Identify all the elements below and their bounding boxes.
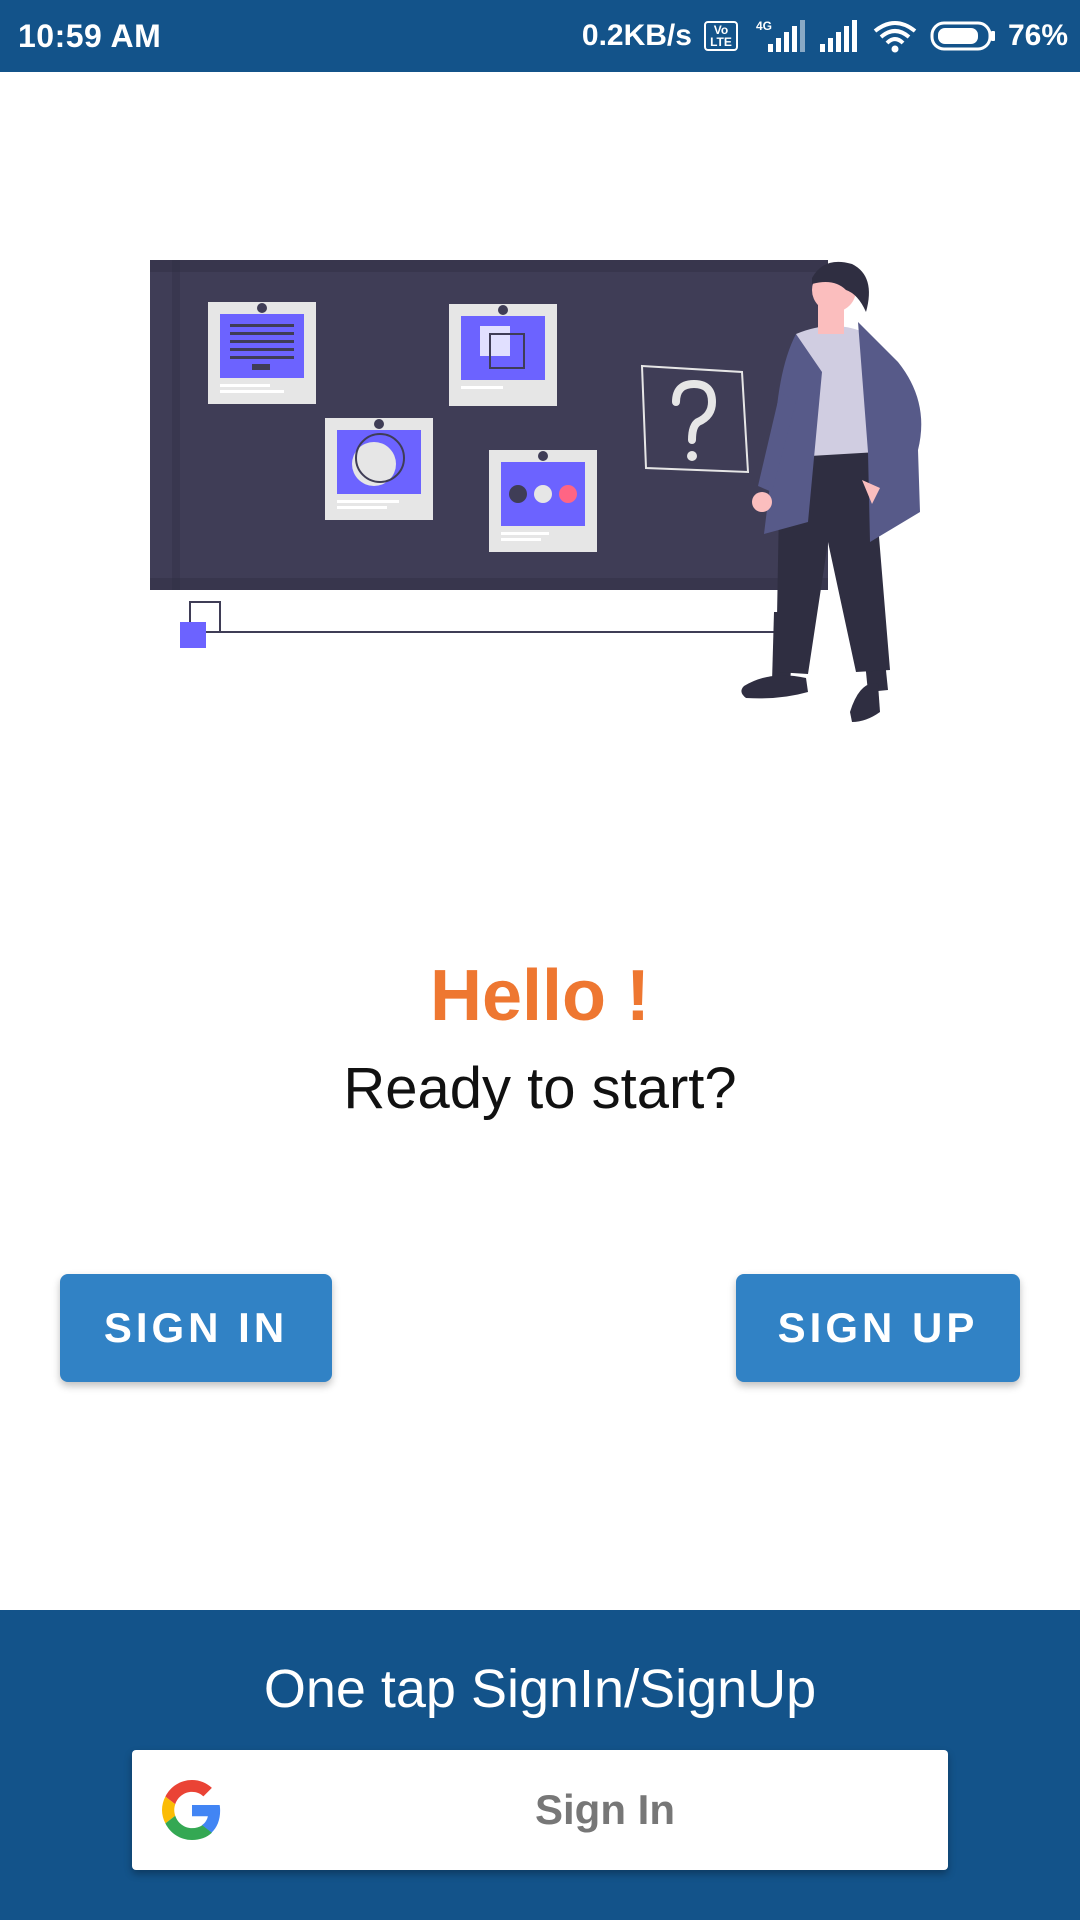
status-bar: 10:59 AM 0.2KB/s Vo LTE 4G 76% <box>0 0 1080 72</box>
hello-title: Hello ! <box>429 956 650 1036</box>
one-tap-panel: One tap SignIn/SignUp Sign In <box>0 1610 1080 1920</box>
welcome-screen: 10:59 AM 0.2KB/s Vo LTE 4G 76% Hello ! R… <box>0 0 1080 1920</box>
svg-text:4G: 4G <box>756 19 772 33</box>
battery-percent: 76% <box>1007 19 1068 52</box>
battery-icon <box>930 21 996 51</box>
wifi-icon <box>872 19 918 53</box>
one-tap-heading: One tap SignIn/SignUp <box>263 1659 817 1719</box>
volte-icon: Vo LTE <box>703 21 738 51</box>
signal-4g-icon: 4G <box>750 18 806 54</box>
signal-icon <box>818 20 860 52</box>
status-icons: 0.2KB/s Vo LTE 4G 76% <box>582 18 1068 54</box>
google-sign-in-label: Sign In <box>535 1786 675 1833</box>
presentation-illustration <box>150 260 922 722</box>
net-speed: 0.2KB/s <box>581 19 692 52</box>
sign-in-button[interactable]: SIGN IN <box>60 1274 332 1382</box>
status-time: 10:59 AM <box>18 17 162 54</box>
google-sign-in-button[interactable]: Sign In <box>132 1750 948 1870</box>
sign-up-button[interactable]: SIGN UP <box>736 1274 1020 1382</box>
ready-subtitle: Ready to start? <box>343 1056 737 1121</box>
